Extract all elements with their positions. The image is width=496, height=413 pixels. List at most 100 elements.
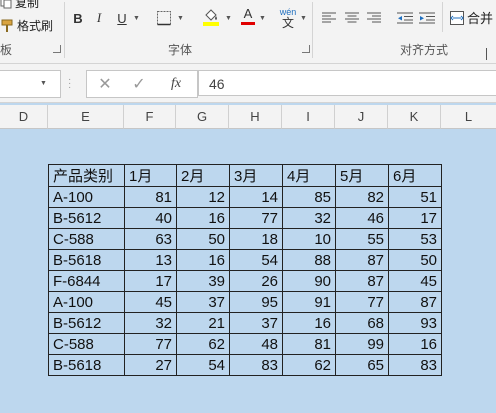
align-left-button[interactable] (320, 9, 338, 27)
cell[interactable]: 16 (176, 249, 230, 271)
cell[interactable]: 46 (335, 207, 389, 229)
cell[interactable]: 18 (229, 228, 283, 250)
cell[interactable]: 55 (335, 228, 389, 250)
cell[interactable]: 45 (388, 270, 442, 292)
cell[interactable]: 65 (335, 354, 389, 376)
column-header-g[interactable]: G (176, 105, 229, 129)
cell[interactable]: B-5612 (48, 207, 125, 229)
cell[interactable]: 16 (282, 312, 336, 334)
insert-function-button[interactable]: fx (165, 73, 187, 95)
cell[interactable]: 85 (282, 186, 336, 208)
cell[interactable]: C-588 (48, 228, 125, 250)
cell[interactable]: 93 (388, 312, 442, 334)
cell[interactable]: 17 (124, 270, 177, 292)
align-center-button[interactable] (343, 9, 361, 27)
font-launcher[interactable] (302, 45, 310, 53)
align-right-button[interactable] (365, 9, 383, 27)
cell[interactable]: 12 (176, 186, 230, 208)
cell[interactable]: 21 (176, 312, 230, 334)
cell[interactable]: 53 (388, 228, 442, 250)
cell[interactable]: 32 (282, 207, 336, 229)
cell[interactable]: 17 (388, 207, 442, 229)
column-header-l[interactable]: L (441, 105, 496, 129)
cell[interactable]: 48 (229, 333, 283, 355)
cell[interactable]: 77 (335, 291, 389, 313)
cell[interactable]: 13 (124, 249, 177, 271)
cell[interactable]: 90 (282, 270, 336, 292)
name-box-dropdown-icon[interactable]: ▼ (40, 80, 47, 87)
cell[interactable]: 14 (229, 186, 283, 208)
formula-input[interactable]: 46 (198, 70, 496, 96)
cell[interactable]: 45 (124, 291, 177, 313)
cell[interactable]: 82 (335, 186, 389, 208)
cell[interactable]: 95 (229, 291, 283, 313)
italic-button[interactable]: I (92, 8, 106, 28)
cell[interactable]: 63 (124, 228, 177, 250)
font-color-dropdown-icon[interactable]: ▼ (259, 15, 266, 22)
header-cell[interactable]: 5月 (335, 164, 389, 187)
merge-center-button[interactable]: 合并 (450, 8, 493, 27)
cell[interactable]: 37 (229, 312, 283, 334)
cell[interactable]: 50 (388, 249, 442, 271)
header-cell[interactable]: 3月 (229, 164, 283, 187)
cell[interactable]: 99 (335, 333, 389, 355)
underline-dropdown-icon[interactable]: ▼ (133, 15, 140, 22)
cell[interactable]: 62 (176, 333, 230, 355)
column-header-f[interactable]: F (124, 105, 176, 129)
cell[interactable]: 27 (124, 354, 177, 376)
cell[interactable]: A-100 (48, 186, 125, 208)
cell[interactable]: 16 (388, 333, 442, 355)
fill-color-button[interactable] (200, 6, 222, 28)
header-cell[interactable]: 2月 (176, 164, 230, 187)
cancel-icon[interactable]: ✕ (95, 73, 115, 95)
column-header-k[interactable]: K (388, 105, 441, 129)
column-header-i[interactable]: I (282, 105, 335, 129)
cell[interactable]: 16 (176, 207, 230, 229)
cell[interactable]: B-5612 (48, 312, 125, 334)
cell[interactable]: 77 (229, 207, 283, 229)
cell[interactable]: 40 (124, 207, 177, 229)
cell[interactable]: 26 (229, 270, 283, 292)
cell[interactable]: 68 (335, 312, 389, 334)
cell[interactable]: 87 (335, 270, 389, 292)
header-cell[interactable]: 1月 (124, 164, 177, 187)
clipboard-launcher[interactable] (53, 45, 61, 53)
underline-button[interactable]: U (114, 8, 130, 28)
cell[interactable]: 39 (176, 270, 230, 292)
formula-bar-grip[interactable]: · · · (68, 75, 71, 93)
fill-color-dropdown-icon[interactable]: ▼ (225, 15, 232, 22)
format-painter-button[interactable]: 格式刷 (0, 17, 53, 34)
cell[interactable]: 83 (388, 354, 442, 376)
font-color-button[interactable]: A (240, 4, 256, 26)
cell[interactable]: 62 (282, 354, 336, 376)
cell[interactable]: F-6844 (48, 270, 125, 292)
increase-indent-button[interactable] (418, 9, 436, 27)
cell[interactable]: 87 (335, 249, 389, 271)
header-cell[interactable]: 产品类别 (48, 164, 125, 187)
column-header-j[interactable]: J (335, 105, 388, 129)
cell[interactable]: 87 (388, 291, 442, 313)
cell[interactable]: 50 (176, 228, 230, 250)
header-cell[interactable]: 6月 (388, 164, 442, 187)
confirm-icon[interactable]: ✓ (129, 73, 149, 95)
cell[interactable]: A-100 (48, 291, 125, 313)
border-dropdown-icon[interactable]: ▼ (177, 15, 184, 22)
copy-button[interactable]: 复制 (0, 0, 39, 11)
decrease-indent-button[interactable] (396, 9, 414, 27)
phonetic-button[interactable]: wén 文 (278, 6, 298, 30)
bold-button[interactable]: B (70, 8, 86, 28)
cell[interactable]: 83 (229, 354, 283, 376)
cell[interactable]: 54 (229, 249, 283, 271)
cell[interactable]: 88 (282, 249, 336, 271)
cell[interactable]: B-5618 (48, 249, 125, 271)
cell[interactable]: B-5618 (48, 354, 125, 376)
column-header-e[interactable]: E (48, 105, 124, 129)
phonetic-dropdown-icon[interactable]: ▼ (300, 15, 307, 22)
cell[interactable]: 37 (176, 291, 230, 313)
cell[interactable]: C-588 (48, 333, 125, 355)
cell[interactable]: 91 (282, 291, 336, 313)
cell[interactable]: 81 (124, 186, 177, 208)
name-box[interactable] (0, 70, 61, 98)
cell[interactable]: 81 (282, 333, 336, 355)
column-header-d[interactable]: D (0, 105, 48, 129)
